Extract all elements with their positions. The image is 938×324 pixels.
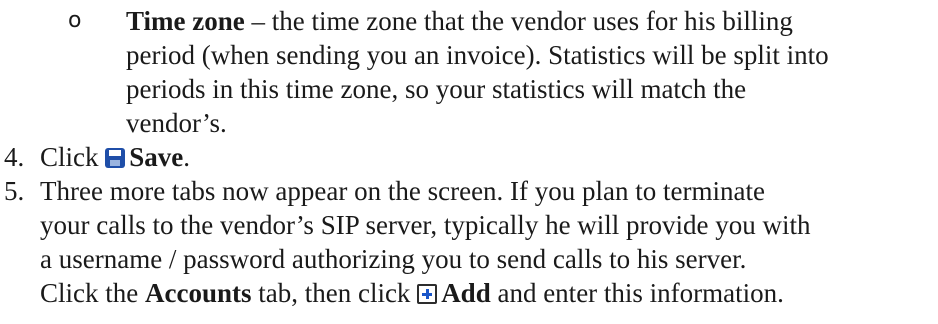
step-5-line-3: a username / password authorizing you to…	[40, 244, 747, 274]
time-zone-line-3: periods in this time zone, so your stati…	[126, 74, 747, 104]
time-zone-description: Time zone – the time zone that the vendo…	[126, 4, 916, 140]
step-4-text: Click Save.	[40, 140, 930, 174]
step-5-number: 5.	[4, 176, 25, 206]
step-5-line-4: Click the Accounts tab, then click Add a…	[40, 276, 930, 310]
time-zone-line-2: period (when sending you an invoice). St…	[126, 40, 829, 70]
add-label: Add	[441, 278, 491, 308]
step-4-line: Click Save.	[40, 140, 930, 174]
step-5-suffix: and enter this information.	[490, 278, 784, 308]
time-zone-line-4: vendor’s.	[126, 108, 227, 138]
time-zone-line-1: Time zone – the time zone that the vendo…	[126, 4, 916, 38]
step-4-save-label: Save	[129, 142, 184, 172]
sub-bullet-marker: o	[68, 8, 82, 33]
step-4-suffix: .	[183, 142, 190, 172]
step-5-line-1: Three more tabs now appear on the screen…	[40, 176, 765, 206]
step-4-number: 4.	[4, 142, 25, 172]
step-5-text: Three more tabs now appear on the screen…	[40, 174, 930, 310]
step-5-line-2: your calls to the vendor’s SIP server, t…	[40, 210, 811, 240]
save-icon	[105, 148, 126, 168]
step-4-prefix: Click	[40, 142, 106, 172]
time-zone-text-1: – the time zone that the vendor uses for…	[244, 6, 793, 36]
time-zone-term: Time zone	[126, 6, 245, 36]
add-icon	[417, 284, 438, 304]
step-5-prefix: Click the	[40, 278, 145, 308]
accounts-tab-label: Accounts	[144, 278, 252, 308]
step-5-middle: tab, then click	[251, 278, 418, 308]
